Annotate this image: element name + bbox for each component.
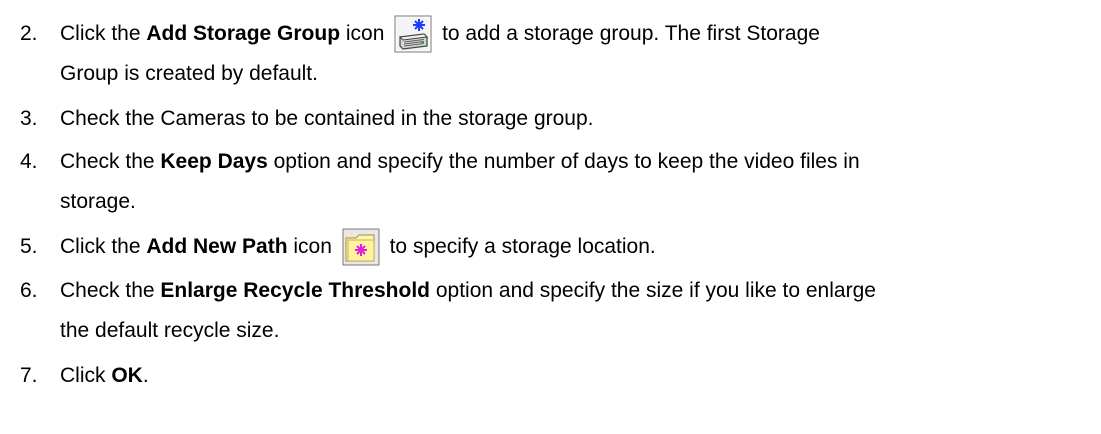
step-number: 5. <box>20 235 38 258</box>
ui-term-keep-days: Keep Days <box>160 150 268 173</box>
ui-term-enlarge-recycle-threshold: Enlarge Recycle Threshold <box>160 279 430 302</box>
step-text: Click the Add New Path icon to specify a… <box>60 227 656 267</box>
step-text: Click OK. <box>60 364 149 387</box>
add-new-path-icon <box>342 228 380 266</box>
step-number: 2. <box>20 22 38 45</box>
ui-term-add-new-path: Add New Path <box>146 235 288 258</box>
step-number: 7. <box>20 364 38 387</box>
add-storage-group-icon <box>394 15 432 53</box>
step-text: Check the Enlarge Recycle Threshold opti… <box>60 279 876 302</box>
step-text: Check the Cameras to be contained in the… <box>60 107 594 130</box>
ui-term-add-storage-group: Add Storage Group <box>146 22 341 45</box>
instruction-list: 2. Click the Add Storage Group icon to a… <box>0 0 1101 434</box>
step-text: Click the Add Storage Group icon to add … <box>60 14 820 54</box>
step-number: 6. <box>20 279 38 302</box>
ui-term-ok: OK <box>111 364 143 387</box>
step-number: 3. <box>20 107 38 130</box>
step-number: 4. <box>20 150 38 173</box>
step-text: Check the Keep Days option and specify t… <box>60 150 860 173</box>
